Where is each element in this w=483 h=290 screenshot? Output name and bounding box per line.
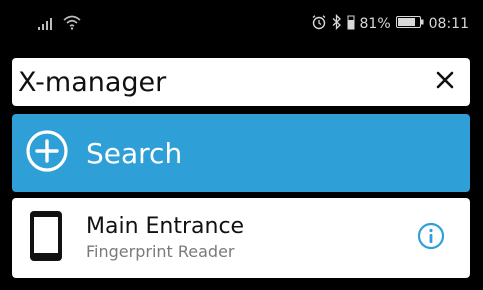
device-list-item[interactable]: Main Entrance Fingerprint Reader [12,198,470,278]
battery-percent: 81% [359,16,391,32]
search-button-label: Search [86,136,183,170]
status-left [38,14,82,34]
wifi-icon [62,14,82,34]
search-input[interactable] [18,62,432,102]
device-type: Fingerprint Reader [86,242,235,261]
status-bar: 81% 08:11 [0,0,483,48]
info-icon [417,222,445,254]
clear-search-button[interactable] [432,69,458,95]
battery-icon [395,15,424,33]
close-icon [435,70,455,94]
status-right: 81% 08:11 [311,13,469,34]
cell-signal-icon [38,16,56,34]
add-circle-icon [24,128,70,178]
device-info-button[interactable] [416,222,446,254]
search-button[interactable]: Search [12,114,470,192]
clock-time: 08:11 [428,16,469,32]
bluetooth-icon [332,13,342,34]
device-texts: Main Entrance Fingerprint Reader [86,213,416,263]
device-name: Main Entrance [86,214,245,239]
search-bar [12,58,470,106]
phone-device-icon [28,209,64,267]
alarm-icon [311,14,327,34]
battery-small-icon [347,14,355,34]
